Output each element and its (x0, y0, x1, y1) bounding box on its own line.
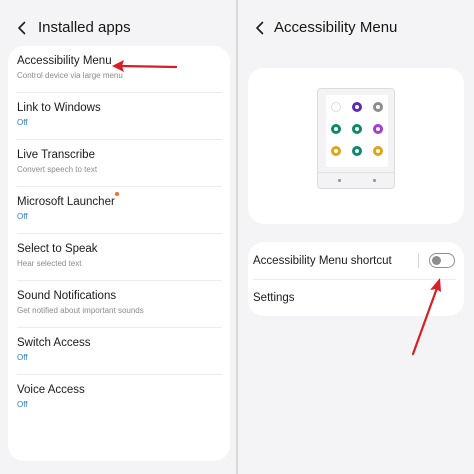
annotation-arrow (411, 278, 441, 356)
accessibility-menu-panel: Accessibility Menu Accessibility Menu sh… (238, 0, 474, 474)
installed-apps-panel: Installed apps Accessibility Menu Contro… (0, 0, 236, 474)
annotation-arrow (112, 60, 178, 72)
